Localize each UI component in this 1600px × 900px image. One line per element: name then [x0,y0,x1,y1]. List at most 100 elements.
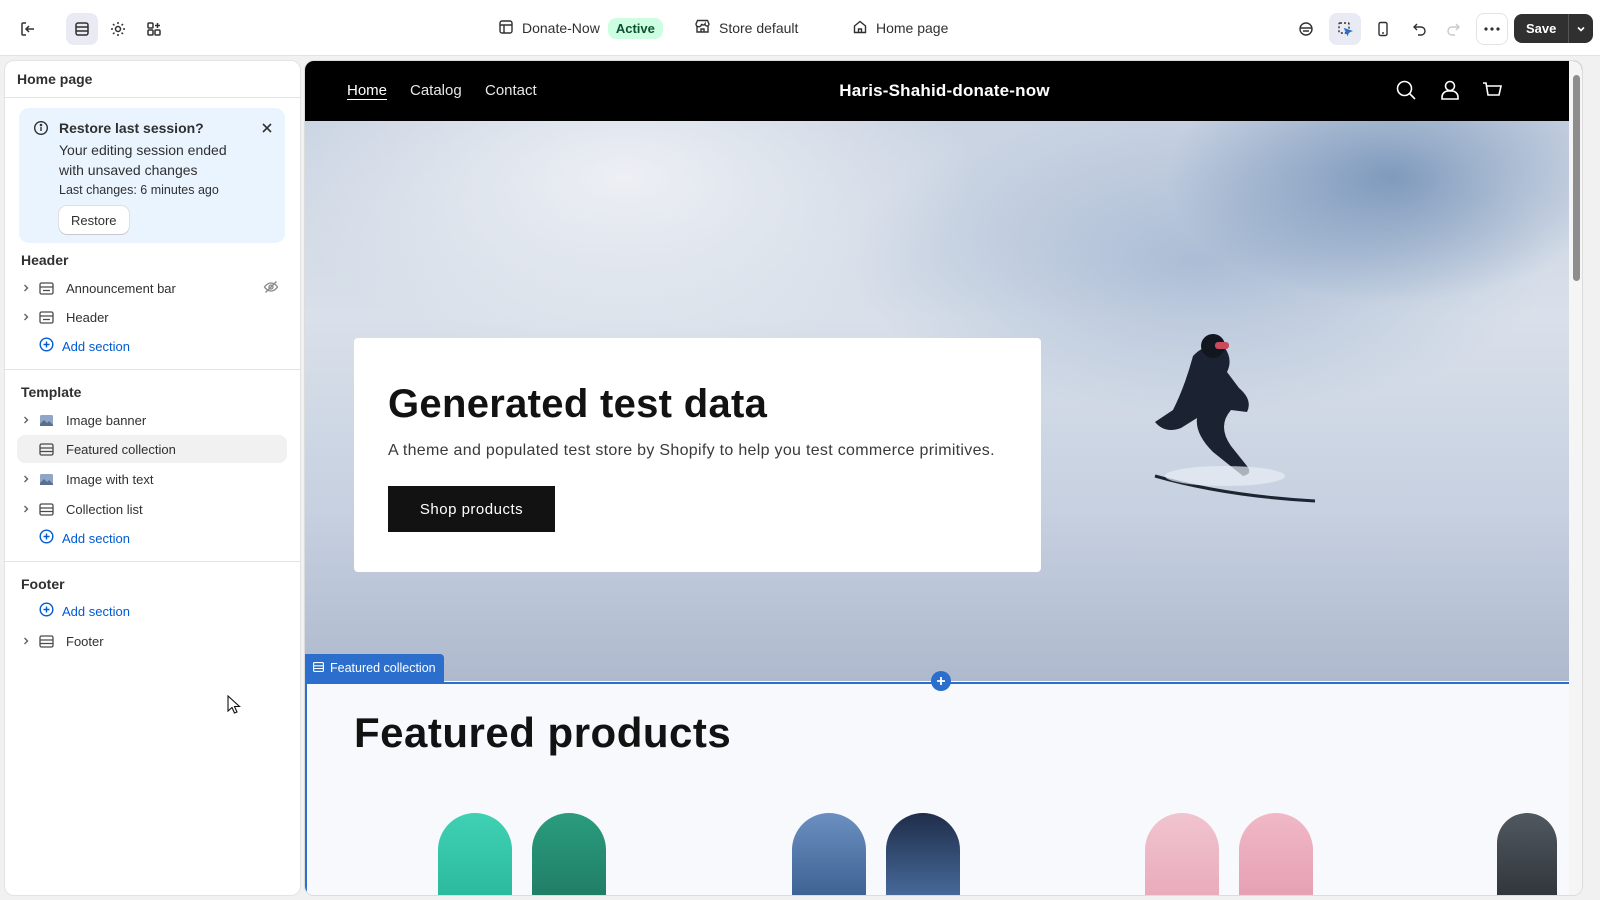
save-button-group: Save [1514,14,1594,43]
preview-scrollbar-thumb[interactable] [1573,75,1580,281]
sidebar-item-image-banner[interactable]: Image banner [17,406,287,434]
close-icon[interactable] [257,118,277,138]
sidebar-item-featured-collection[interactable]: Featured collection [17,435,287,463]
add-section-button[interactable]: Add section [39,334,130,358]
section-icon [35,310,57,324]
theme-name: Donate-Now [522,20,600,36]
sidebar-item-announcement-bar[interactable]: Announcement bar [17,274,287,302]
section-icon [35,502,57,516]
add-section-label: Add section [62,530,130,546]
page-selector[interactable]: Home page [852,0,948,56]
product-image[interactable] [886,813,960,895]
exit-icon[interactable] [12,13,44,45]
add-section-button[interactable]: Add section [39,526,130,550]
featured-collection-tag[interactable]: Featured collection [305,654,444,682]
restore-title: Restore last session? [59,120,204,136]
product-image[interactable] [1239,813,1313,895]
product-image[interactable] [792,813,866,895]
sidebar-item-label: Image banner [66,412,147,428]
mobile-preview-icon[interactable] [1367,13,1399,45]
group-title-footer: Footer [21,576,65,592]
chevron-right-icon[interactable] [17,636,35,646]
section-icon [35,634,57,648]
sidebar-title: Home page [17,71,93,87]
info-icon [33,120,49,141]
theme-selector[interactable]: Donate-Now Active [498,0,663,56]
search-icon[interactable] [1395,79,1417,106]
sidebar-item-label: Header [66,309,109,325]
chevron-down-icon[interactable] [1569,14,1593,43]
page-selector-label: Home page [876,20,949,36]
hero-text: A theme and populated test store by Shop… [388,442,995,459]
snowboarder-image [1154,334,1316,503]
store-header: Home Catalog Contact Haris-Shahid-donate… [305,61,1582,121]
product-image[interactable] [1497,813,1557,895]
divider [5,369,300,370]
sections-icon[interactable] [66,13,98,45]
section-icon [35,442,57,456]
product-image[interactable] [1145,813,1219,895]
section-icon [313,661,324,675]
add-section-label: Add section [62,603,130,619]
sidebar-item-label: Image with text [66,471,154,487]
gear-icon[interactable] [102,13,134,45]
store-preview: Home Catalog Contact Haris-Shahid-donate… [304,60,1583,896]
chevron-right-icon[interactable] [17,415,35,425]
product-image[interactable] [532,813,606,895]
redo-icon[interactable] [1437,13,1469,45]
plus-circle-icon [39,337,54,355]
sidebar-item-collection-list[interactable]: Collection list [17,495,287,523]
sections-sidebar: Home page Restore last session? Your edi… [4,60,301,896]
apps-icon[interactable] [138,13,170,45]
restore-last-changes: Last changes: 6 minutes ago [59,183,219,197]
image-icon [35,473,57,486]
account-icon[interactable] [1439,79,1461,106]
hidden-eye-icon[interactable] [263,280,279,297]
add-section-button[interactable]: Add section [39,599,130,623]
cart-icon[interactable] [1481,79,1503,106]
select-element-icon[interactable] [1329,13,1361,45]
product-image[interactable] [438,813,512,895]
image-banner[interactable]: Generated test data A theme and populate… [305,121,1582,681]
chevron-right-icon[interactable] [17,504,35,514]
save-button[interactable]: Save [1514,14,1570,43]
hero-card: Generated test data A theme and populate… [354,338,1041,572]
restore-session-banner: Restore last session? Your editing sessi… [19,108,285,243]
shop-products-button[interactable]: Shop products [388,486,555,532]
store-selector-label: Store default [719,20,799,36]
undo-icon[interactable] [1404,13,1436,45]
group-title-template: Template [21,384,82,400]
sidebar-item-image-with-text[interactable]: Image with text [17,465,287,493]
restore-button[interactable]: Restore [59,206,129,234]
sidebar-item-label: Footer [66,633,104,649]
section-icon [35,281,57,295]
sidebar-item-header[interactable]: Header [17,303,287,331]
featured-collection-tag-label: Featured collection [330,661,436,675]
chevron-right-icon[interactable] [17,474,35,484]
chevron-right-icon[interactable] [17,283,35,293]
divider [5,97,300,98]
sidebar-item-label: Collection list [66,501,143,517]
plus-circle-icon [39,529,54,547]
add-section-plus-icon[interactable] [931,671,951,691]
divider [5,561,300,562]
home-icon [852,19,868,38]
more-actions-icon[interactable] [1476,13,1508,45]
sidebar-item-label: Featured collection [66,441,176,457]
add-section-label: Add section [62,338,130,354]
store-name[interactable]: Haris-Shahid-donate-now [305,81,1582,101]
store-selector[interactable]: Store default [694,0,798,56]
plus-circle-icon [39,602,54,620]
store-icon [694,18,711,38]
chevron-right-icon[interactable] [17,312,35,322]
theme-icon [498,19,514,38]
hero-heading: Generated test data [388,382,768,426]
featured-heading: Featured products [354,709,732,756]
image-icon [35,414,57,427]
group-title-header: Header [21,252,69,268]
editor-topbar: Donate-Now Active Store default Home pag… [0,0,1600,56]
sidebar-item-label: Announcement bar [66,280,176,296]
sidebar-item-footer[interactable]: Footer [17,627,287,655]
status-badge: Active [607,17,663,39]
inspector-icon[interactable] [1290,13,1322,45]
